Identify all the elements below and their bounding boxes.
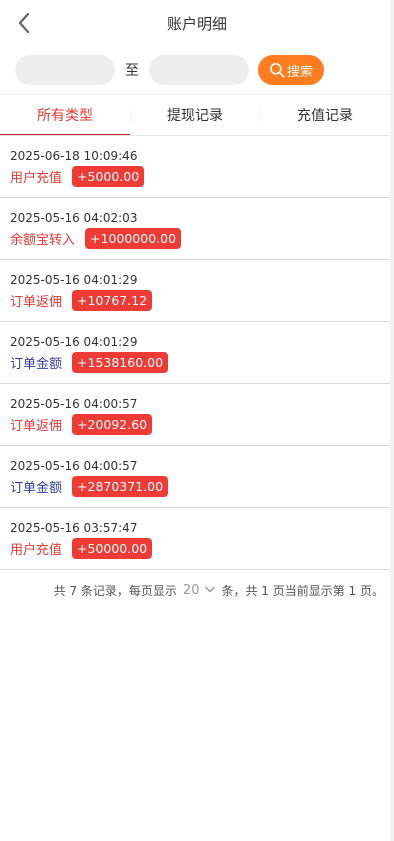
record-type: 订单金额	[10, 357, 63, 372]
record-time: 2025-06-18 10:09:46	[10, 149, 138, 163]
page-size-dropdown[interactable]	[205, 586, 216, 594]
list-item: 2025-05-16 04:02:03 余额宝转入 +1000000.00	[0, 198, 390, 260]
date-search-bar: 至 搜索	[0, 46, 394, 94]
amount-badge: +50000.00	[72, 538, 153, 559]
chevron-down-icon	[205, 586, 216, 593]
record-type: 余额宝转入	[10, 233, 76, 248]
list-item: 2025-06-18 10:09:46 用户充值 +5000.00	[0, 136, 390, 198]
tab-recharge-records[interactable]: 充值记录	[260, 95, 390, 135]
search-button-label: 搜索	[286, 64, 313, 80]
list-item: 2025-05-16 04:00:57 订单返佣 +20092.60	[0, 384, 390, 446]
back-button[interactable]	[12, 10, 36, 36]
pager-prefix: 共 7 条记录，每页显示	[53, 583, 177, 598]
date-range-separator: 至	[125, 63, 139, 79]
record-time: 2025-05-16 03:57:47	[10, 521, 138, 535]
page-title: 账户明细	[166, 14, 227, 33]
chevron-left-icon	[18, 12, 30, 34]
pager-suffix: 条，共 1 页当前显示第 1 页。	[221, 583, 384, 598]
list-item: 2025-05-16 04:01:29 订单金额 +1538160.00	[0, 322, 390, 384]
record-time: 2025-05-16 04:00:57	[10, 397, 138, 411]
page-size-select[interactable]: 20	[183, 583, 200, 598]
scrollbar-track	[390, 0, 394, 841]
list-item: 2025-05-16 04:01:29 订单返佣 +10767.12	[0, 260, 390, 322]
tab-label: 提现记录	[167, 108, 223, 124]
tab-label: 所有类型	[37, 107, 93, 124]
amount-badge: +2870371.00	[72, 476, 169, 497]
amount-badge: +5000.00	[72, 166, 145, 187]
record-type: 订单金额	[10, 481, 63, 496]
amount-badge: +1000000.00	[85, 228, 182, 249]
top-bar: 账户明细	[0, 0, 394, 46]
list-item: 2025-05-16 04:00:57 订单金额 +2870371.00	[0, 446, 390, 508]
record-type: 用户充值	[10, 543, 63, 558]
record-type: 订单返佣	[10, 295, 63, 310]
search-button[interactable]: 搜索	[258, 55, 324, 85]
tab-all-types[interactable]: 所有类型	[0, 95, 130, 135]
record-type: 用户充值	[10, 171, 63, 186]
record-time: 2025-05-16 04:00:57	[10, 459, 138, 473]
tab-label: 充值记录	[297, 108, 353, 124]
record-time: 2025-05-16 04:01:29	[10, 273, 138, 287]
amount-badge: +10767.12	[72, 290, 153, 311]
amount-badge: +1538160.00	[72, 352, 169, 373]
record-type: 订单返佣	[10, 419, 63, 434]
list-item: 2025-05-16 03:57:47 用户充值 +50000.00	[0, 508, 390, 570]
pagination-info: 共 7 条记录，每页显示 20 条，共 1 页当前显示第 1 页。	[0, 570, 390, 610]
start-date-input[interactable]	[15, 55, 115, 85]
search-icon	[269, 63, 285, 78]
record-time: 2025-05-16 04:02:03	[10, 211, 138, 225]
record-list: 2025-06-18 10:09:46 用户充值 +5000.00 2025-0…	[0, 136, 390, 570]
end-date-input[interactable]	[149, 55, 249, 85]
type-tabs: 所有类型 提现记录 充值记录	[0, 94, 390, 136]
record-time: 2025-05-16 04:01:29	[10, 335, 138, 349]
tab-withdrawal-records[interactable]: 提现记录	[130, 95, 260, 135]
amount-badge: +20092.60	[72, 414, 153, 435]
